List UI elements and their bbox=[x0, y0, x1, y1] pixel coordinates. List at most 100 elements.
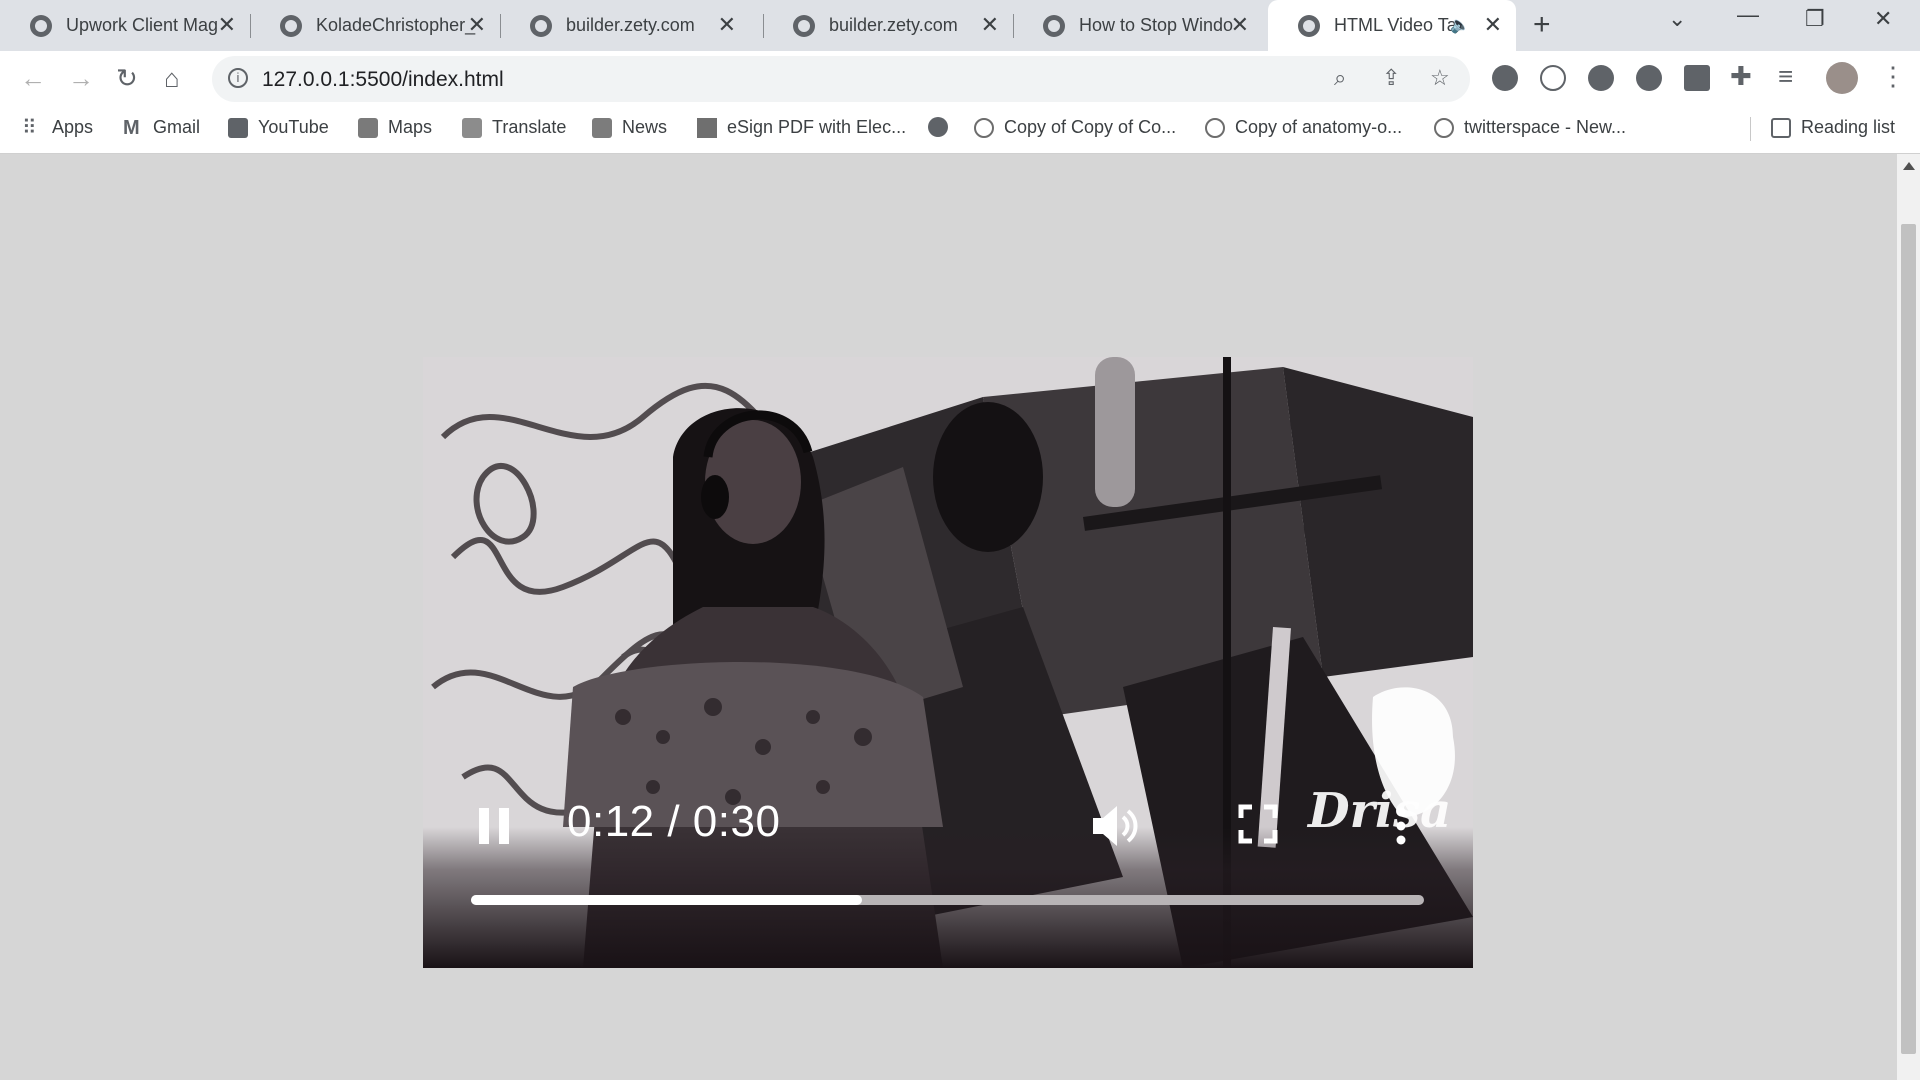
eyedropper-extension-icon[interactable] bbox=[1492, 65, 1518, 91]
more-options-icon[interactable] bbox=[1393, 805, 1409, 847]
back-icon[interactable]: ← bbox=[20, 63, 46, 93]
close-tab-icon[interactable]: ✕ bbox=[218, 14, 236, 36]
scroll-up-icon[interactable] bbox=[1903, 162, 1915, 170]
globe-icon bbox=[928, 117, 948, 137]
tab-title: KoladeChristopher_ bbox=[316, 15, 476, 35]
bookmark-label: Gmail bbox=[153, 117, 201, 137]
tab-title: HTML Video Ta bbox=[1334, 15, 1457, 35]
bookmark-label: twitterspace - New... bbox=[1464, 117, 1627, 137]
pause-icon[interactable] bbox=[475, 804, 515, 848]
tab-zety-1[interactable]: builder.zety.com ✕ bbox=[500, 0, 750, 51]
bookmark-gmail[interactable]: M Gmail bbox=[123, 117, 200, 138]
reading-list-button[interactable]: Reading list bbox=[1771, 117, 1895, 138]
bookmark-maps[interactable]: Maps bbox=[358, 117, 432, 138]
globe-icon bbox=[530, 14, 552, 37]
globe-icon bbox=[1298, 14, 1320, 37]
esign-icon bbox=[697, 117, 717, 138]
media-control-icon[interactable]: ≡ bbox=[1778, 61, 1793, 91]
bookmark-label: Apps bbox=[52, 117, 94, 137]
time-display: 0:12 / 0:30 bbox=[567, 797, 781, 846]
close-tab-icon[interactable]: ✕ bbox=[718, 14, 736, 36]
bookmark-copy-1[interactable]: Copy of Copy of Co... bbox=[974, 117, 1176, 138]
grammarly-extension-icon[interactable] bbox=[1636, 65, 1662, 91]
bookmark-star-icon[interactable]: ☆ bbox=[1430, 65, 1450, 91]
globe-icon bbox=[1043, 14, 1065, 37]
tab-stop-windows[interactable]: How to Stop Windo ✕ bbox=[1013, 0, 1263, 51]
c-icon bbox=[1434, 117, 1454, 138]
bookmark-apps[interactable]: ⠿ Apps bbox=[22, 117, 93, 138]
video-player[interactable]: Drisa 0:12 / 0:30 bbox=[423, 357, 1473, 968]
menu-icon[interactable]: ⋮ bbox=[1880, 61, 1906, 91]
bookmark-globe[interactable] bbox=[928, 117, 958, 137]
close-window-icon[interactable]: ✕ bbox=[1874, 6, 1892, 32]
fullscreen-icon[interactable] bbox=[1238, 804, 1278, 844]
bookmark-label: Copy of anatomy-o... bbox=[1235, 117, 1403, 137]
bookmark-youtube[interactable]: YouTube bbox=[228, 117, 329, 138]
share-icon[interactable]: ⇪ bbox=[1382, 65, 1400, 91]
apps-grid-icon: ⠿ bbox=[22, 116, 37, 139]
address-bar[interactable]: i 127.0.0.1:5500/index.html ⌕ ⇪ ☆ bbox=[212, 56, 1470, 102]
reading-list-label: Reading list bbox=[1801, 117, 1896, 137]
p-extension-icon[interactable] bbox=[1588, 65, 1614, 91]
toolbar: ← → ↻ ⌂ i 127.0.0.1:5500/index.html ⌕ ⇪ … bbox=[0, 51, 1920, 105]
bookmark-label: eSign PDF with Elec... bbox=[727, 117, 907, 137]
video-controls: 0:12 / 0:30 bbox=[423, 357, 1473, 968]
forward-icon[interactable]: → bbox=[68, 63, 94, 93]
scroll-thumb[interactable] bbox=[1901, 224, 1916, 1054]
close-tab-icon[interactable]: ✕ bbox=[981, 14, 999, 36]
restore-icon[interactable]: ❐ bbox=[1805, 6, 1825, 32]
profile-avatar[interactable] bbox=[1826, 62, 1858, 94]
progress-fill bbox=[471, 895, 862, 905]
url-text[interactable]: 127.0.0.1:5500/index.html bbox=[262, 68, 504, 92]
speaker-icon[interactable]: 🔈 bbox=[1450, 15, 1470, 35]
reload-icon[interactable]: ↻ bbox=[116, 63, 138, 93]
new-tab-icon[interactable]: + bbox=[1533, 8, 1551, 42]
bookmark-label: News bbox=[622, 117, 668, 137]
extension-icon[interactable] bbox=[1540, 65, 1566, 91]
tab-title: builder.zety.com bbox=[566, 15, 695, 35]
bookmark-news[interactable]: News bbox=[592, 117, 667, 138]
tab-title: How to Stop Windo bbox=[1079, 15, 1234, 35]
globe-icon bbox=[280, 14, 302, 37]
tab-zety-2[interactable]: builder.zety.com ✕ bbox=[763, 0, 1013, 51]
youtube-icon bbox=[228, 117, 248, 138]
divider bbox=[1750, 117, 1751, 141]
scrollbar[interactable] bbox=[1897, 154, 1920, 1080]
tab-strip: Upwork Client Mag ✕ KoladeChristopher_ ✕… bbox=[0, 0, 1920, 51]
info-icon[interactable]: i bbox=[228, 68, 248, 88]
c-icon bbox=[1205, 117, 1225, 138]
translate-icon bbox=[462, 117, 482, 138]
tab-kolade[interactable]: KoladeChristopher_ ✕ bbox=[250, 0, 500, 51]
bookmark-esign[interactable]: eSign PDF with Elec... bbox=[697, 117, 906, 138]
tab-html-video[interactable]: HTML Video Ta 🔈 ✕ bbox=[1268, 0, 1516, 51]
progress-bar[interactable] bbox=[471, 895, 1424, 905]
bookmarks-bar: ⠿ Apps M Gmail YouTube Maps Translate Ne… bbox=[0, 105, 1920, 154]
tab-upwork[interactable]: Upwork Client Mag ✕ bbox=[0, 0, 250, 51]
globe-icon bbox=[30, 14, 52, 37]
reading-list-icon bbox=[1771, 117, 1791, 138]
volume-icon[interactable] bbox=[1089, 803, 1141, 849]
bookmark-label: Copy of Copy of Co... bbox=[1004, 117, 1177, 137]
maps-icon bbox=[358, 117, 378, 138]
bookmark-twitterspace[interactable]: twitterspace - New... bbox=[1434, 117, 1626, 138]
bookmark-translate[interactable]: Translate bbox=[462, 117, 566, 138]
bookmark-label: Translate bbox=[492, 117, 567, 137]
zoom-icon[interactable]: ⌕ bbox=[1334, 65, 1346, 91]
minimize-icon[interactable]: — bbox=[1737, 2, 1759, 28]
bookmark-copy-2[interactable]: Copy of anatomy-o... bbox=[1205, 117, 1402, 138]
reader-extension-icon[interactable] bbox=[1684, 65, 1710, 91]
close-tab-icon[interactable]: ✕ bbox=[1484, 14, 1502, 36]
news-icon bbox=[592, 117, 612, 138]
extensions-puzzle-icon[interactable]: ✚ bbox=[1730, 61, 1752, 91]
tab-search-icon[interactable]: ⌄ bbox=[1668, 6, 1686, 32]
tab-title: Upwork Client Mag bbox=[66, 15, 219, 35]
close-tab-icon[interactable]: ✕ bbox=[1231, 14, 1249, 36]
c-icon bbox=[974, 117, 994, 138]
home-icon[interactable]: ⌂ bbox=[164, 63, 180, 93]
globe-icon bbox=[793, 14, 815, 37]
bookmark-label: Maps bbox=[388, 117, 433, 137]
tab-title: builder.zety.com bbox=[829, 15, 958, 35]
close-tab-icon[interactable]: ✕ bbox=[468, 14, 486, 36]
gmail-icon: M bbox=[123, 116, 140, 139]
bookmark-label: YouTube bbox=[258, 117, 329, 137]
